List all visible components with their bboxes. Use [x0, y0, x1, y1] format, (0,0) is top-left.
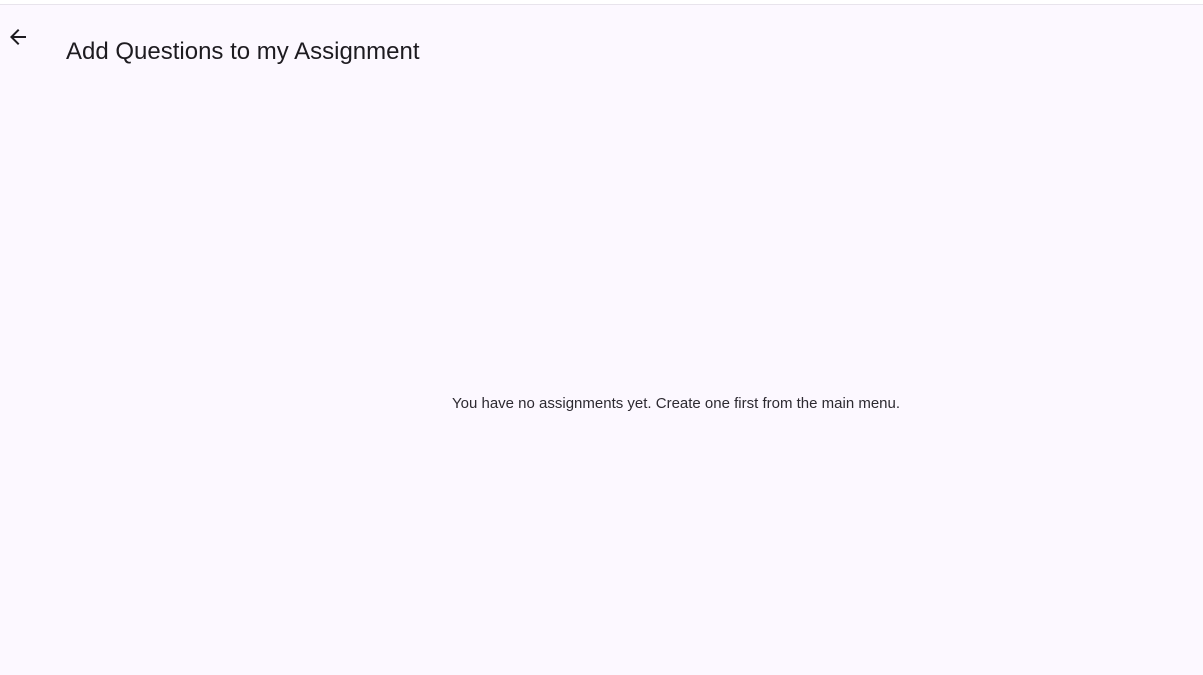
arrow-back-icon: [6, 25, 30, 49]
assignment-question-screen: Add Questions to my Assignment You have …: [0, 0, 1203, 675]
empty-state-message: You have no assignments yet. Create one …: [452, 395, 901, 412]
main-content: You have no assignments yet. Create one …: [0, 69, 1203, 675]
page-title: Add Questions to my Assignment: [66, 38, 420, 66]
app-bar: Add Questions to my Assignment: [0, 5, 1203, 69]
back-button[interactable]: [0, 13, 36, 61]
